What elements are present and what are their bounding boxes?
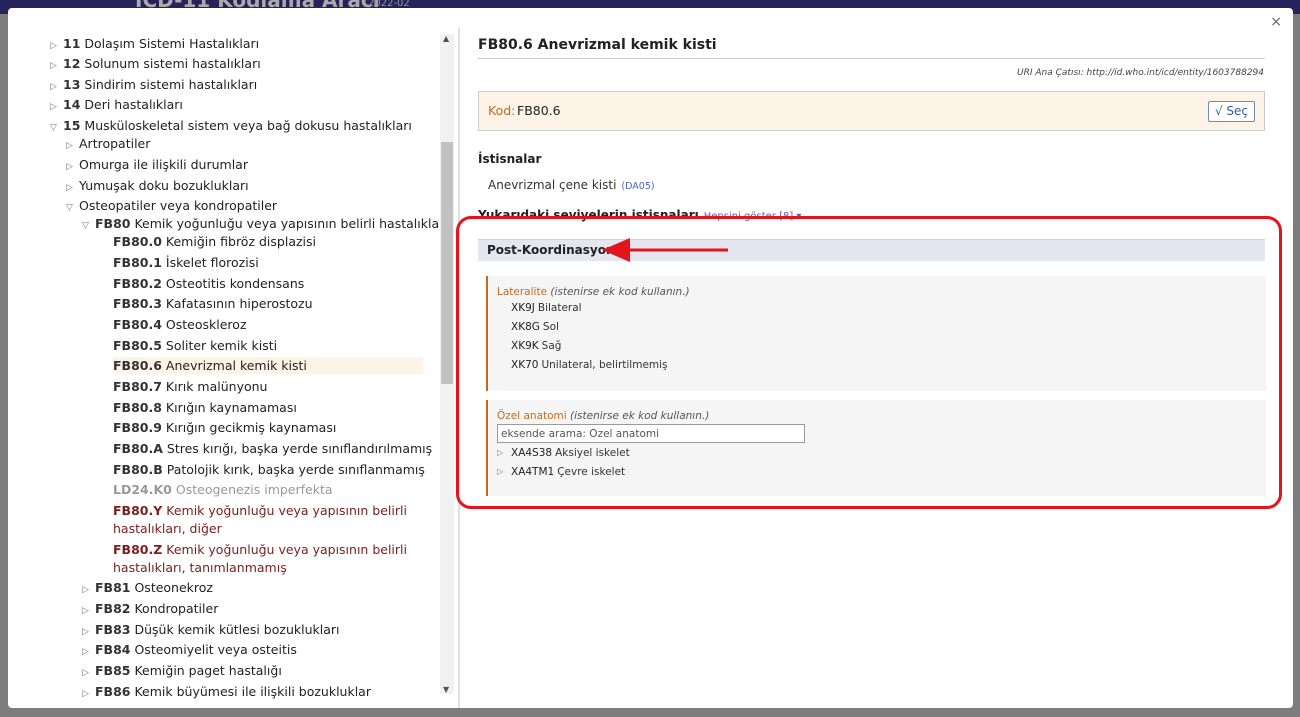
exclusion-label: Anevrizmal çene kisti [488,178,617,192]
tree-item-fb84[interactable]: ▷ FB84 Osteomiyelit veya osteitis [82,641,297,661]
tree-item-fb80-7[interactable]: FB80.7 Kırık malünyonu [113,378,267,395]
tree-item-osteopatiler[interactable]: ▽ Osteopatiler veya kondropatiler [66,197,277,217]
scroll-thumb[interactable] [441,142,453,384]
title-divider [478,58,1265,59]
scroll-up-icon[interactable]: ▲ [443,34,449,43]
collapse-icon[interactable]: ▽ [66,200,79,217]
expand-icon[interactable]: ▷ [66,138,79,155]
collapse-icon[interactable]: ▽ [82,218,95,235]
scroll-down-icon[interactable]: ▼ [443,685,449,694]
expand-icon[interactable]: ▷ [50,99,63,116]
tree-item-fb80-y-cont[interactable]: hastalıkları, diğer [113,520,222,537]
tree-item-fb81[interactable]: ▷ FB81 Osteonekroz [82,579,213,599]
tree-item-fb80-a[interactable]: FB80.A Stres kırığı, başka yerde sınıflan… [113,440,432,457]
tree-item-fb80-b[interactable]: FB80.B Patolojik kırık, başka yerde sınıf… [113,461,425,478]
tree-item-ld24-k0[interactable]: LD24.K0 Osteogenezis imperfekta [113,481,333,498]
expand-icon[interactable]: ▷ [66,180,79,197]
tree-item-fb80-2[interactable]: FB80.2 Osteotitis kondensans [113,275,304,292]
expand-icon[interactable]: ▷ [82,665,95,682]
tree-item-fb85[interactable]: ▷ FB85 Kemiğin paget hastalığı [82,662,282,682]
expand-icon[interactable]: ▷ [82,624,95,641]
tree-item-fb80-6-selected[interactable]: FB80.6 Anevrizmal kemik kisti [113,357,423,374]
exclusion-item: Anevrizmal çene kisti (DA05) [488,178,655,192]
code-box: Kod: FB80.6 √ Seç [478,91,1265,131]
tree-item-fb80-z[interactable]: FB80.Z Kemik yoğunluğu veya yapısının bel… [113,541,407,558]
tree-item-fb80-4[interactable]: FB80.4 Osteoskleroz [113,316,247,333]
exclusions-heading: İstisnalar [478,152,542,166]
tree-item-fb80-z-cont[interactable]: hastalıkları, tanımlanmamış [113,559,287,576]
tree-item-fb80-9[interactable]: FB80.9 Kırığın gecikmiş kaynaması [113,419,336,436]
tree-item-fb86[interactable]: ▷ FB86 Kemik büyümesi ile ilişkili bozuklu… [82,683,371,703]
expand-icon[interactable]: ▷ [66,159,79,176]
tree-item-fb80-8[interactable]: FB80.8 Kırığın kaynamaması [113,399,297,416]
tree-item-12[interactable]: ▷ 12 Solunum sistemi hastalıkları [50,55,261,75]
exclusion-code-link[interactable]: (DA05) [621,181,654,192]
expand-icon[interactable]: ▷ [82,603,95,620]
tree-item-omurga[interactable]: ▷ Omurga ile ilişkili durumlar [66,156,248,176]
uri-text: URI Ana Çatısı: http://id.who.int/icd/en… [1017,68,1264,78]
tree-item-11[interactable]: ▷ 11 Dolaşım Sistemi Hastalıkları [50,35,259,55]
entity-title: FB80.6 Anevrizmal kemik kisti [478,37,717,53]
select-button[interactable]: √ Seç [1207,101,1255,122]
tree-item-fb82[interactable]: ▷ FB82 Kondropatiler [82,600,218,620]
tree-item-artropatiler[interactable]: ▷ Artropatiler [66,135,150,155]
code-label: Kod: [488,103,516,118]
tree-item-fb80-0[interactable]: FB80.0 Kemiğin fibröz displazisi [113,233,316,250]
tree-item-15[interactable]: ▽ 15 Musküloskeletal sistem veya bağ dokus… [50,117,412,137]
close-icon[interactable]: × [1270,15,1282,29]
expand-icon[interactable]: ▷ [82,686,95,703]
expand-icon[interactable]: ▷ [50,38,63,55]
annotation-arrow-icon [602,238,728,262]
expand-icon[interactable]: ▷ [50,79,63,96]
tree-item-fb83[interactable]: ▷ FB83 Düşük kemik kütlesi bozuklukları [82,621,340,641]
tree-scrollbar[interactable]: ▲ ▼ [440,34,454,694]
tree-item-yumusak-doku[interactable]: ▷ Yumuşak doku bozuklukları [66,177,249,197]
expand-icon[interactable]: ▷ [82,644,95,661]
expand-icon[interactable]: ▷ [50,58,63,75]
expand-icon[interactable]: ▷ [82,582,95,599]
tree-item-fb80-3[interactable]: FB80.3 Kafatasının hiperostozu [113,295,313,312]
tree-item-fb80[interactable]: ▽ FB80 Kemik yoğunluğu veya yapısının beli… [82,215,448,235]
tree-item-13[interactable]: ▷ 13 Sindirim sistemi hastalıkları [50,76,257,96]
code-value: FB80.6 [517,103,561,118]
tree-item-fb80-5[interactable]: FB80.5 Soliter kemik kisti [113,337,277,354]
classification-tree: ▷ 11 Dolaşım Sistemi Hastalıkları ▷ 12 Solun… [8,8,458,708]
tree-item-fb80-1[interactable]: FB80.1 İskelet florozisi [113,254,259,271]
tree-item-fb80-y[interactable]: FB80.Y Kemik yoğunluğu veya yapısının bel… [113,502,407,519]
collapse-icon[interactable]: ▽ [50,120,63,137]
tree-item-14[interactable]: ▷ 14 Deri hastalıkları [50,96,183,116]
annotation-highlight-box [456,216,1282,509]
